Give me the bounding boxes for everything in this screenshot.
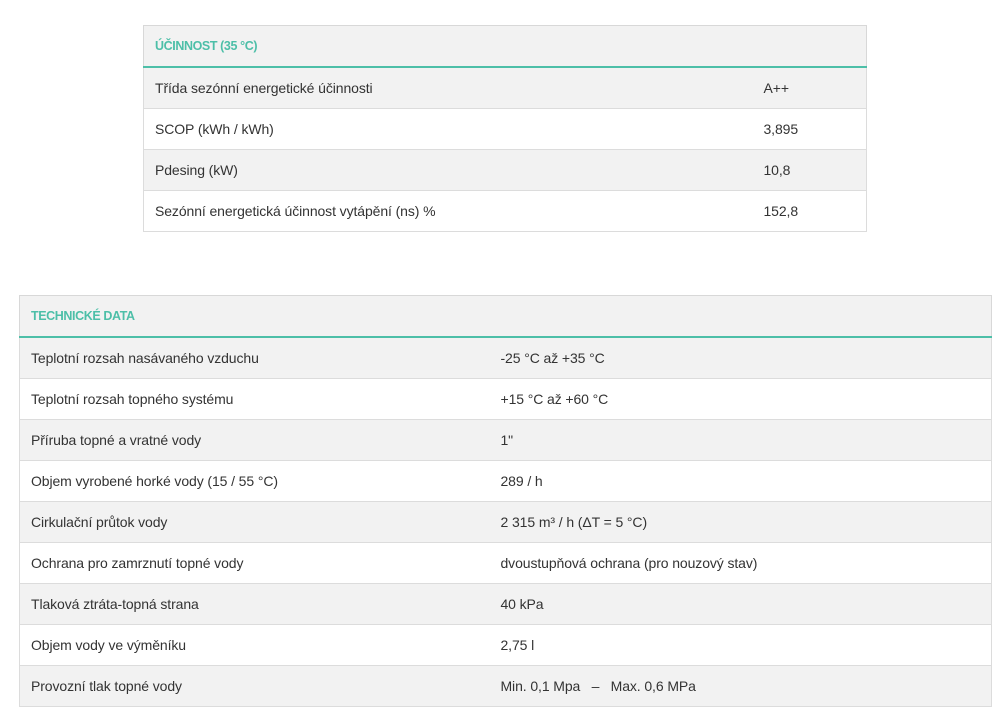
table-row: Tlaková ztráta-topná strana 40 kPa xyxy=(19,583,992,625)
row-value: dvoustupňová ochrana (pro nouzový stav) xyxy=(489,542,992,584)
row-label: Provozní tlak topné vody xyxy=(19,665,490,707)
row-value: 1" xyxy=(489,419,992,461)
row-label: Třída sezónní energetické účinnosti xyxy=(143,66,753,109)
row-label: Cirkulační průtok vody xyxy=(19,501,490,543)
row-value: 2 315 m³ / h (ΔT = 5 °C) xyxy=(489,501,992,543)
row-value: 2,75 l xyxy=(489,624,992,666)
row-label: Teplotní rozsah nasávaného vzduchu xyxy=(19,336,490,379)
row-value: 10,8 xyxy=(752,149,868,191)
page: ÚČINNOST (35 °C) Třída sezónní energetic… xyxy=(0,0,1001,721)
row-value: 289 / h xyxy=(489,460,992,502)
row-label: Tlaková ztráta-topná strana xyxy=(19,583,490,625)
table-row: Cirkulační průtok vody 2 315 m³ / h (ΔT … xyxy=(19,501,992,543)
table-row: Ochrana pro zamrznutí topné vody dvoustu… xyxy=(19,542,992,584)
row-label: SCOP (kWh / kWh) xyxy=(143,108,753,150)
row-value: +15 °C až +60 °C xyxy=(489,378,992,420)
row-value: -25 °C až +35 °C xyxy=(489,336,992,379)
table-row: Teplotní rozsah nasávaného vzduchu -25 °… xyxy=(19,336,992,379)
row-value: A++ xyxy=(752,66,868,109)
row-value: 3,895 xyxy=(752,108,868,150)
efficiency-header-row: ÚČINNOST (35 °C) xyxy=(142,25,868,68)
row-value: 152,8 xyxy=(752,190,868,232)
row-label: Objem vyrobené horké vody (15 / 55 °C) xyxy=(19,460,490,502)
table-row: SCOP (kWh / kWh) 3,895 xyxy=(143,108,868,150)
row-label: Teplotní rozsah topného systému xyxy=(19,378,490,420)
row-label: Příruba topné a vratné vody xyxy=(19,419,490,461)
table-row: Příruba topné a vratné vody 1" xyxy=(19,419,992,461)
row-label: Sezónní energetická účinnost vytápění (n… xyxy=(143,190,753,232)
technical-header-row: TECHNICKÉ DATA xyxy=(19,295,992,338)
table-row: Pdesing (kW) 10,8 xyxy=(143,149,868,191)
table-row: Sezónní energetická účinnost vytápění (n… xyxy=(143,190,868,232)
row-label: Objem vody ve výměníku xyxy=(19,624,490,666)
table-row: Objem vody ve výměníku 2,75 l xyxy=(19,624,992,666)
row-value: 40 kPa xyxy=(489,583,992,625)
row-value: Min. 0,1 Mpa – Max. 0,6 MPa xyxy=(489,665,992,707)
technical-table-title: TECHNICKÉ DATA xyxy=(19,295,992,338)
efficiency-table-title: ÚČINNOST (35 °C) xyxy=(142,25,868,68)
table-row: Provozní tlak topné vody Min. 0,1 Mpa – … xyxy=(19,665,992,707)
efficiency-table: ÚČINNOST (35 °C) Třída sezónní energetic… xyxy=(142,25,868,232)
table-row: Třída sezónní energetické účinnosti A++ xyxy=(143,66,868,109)
row-label: Pdesing (kW) xyxy=(143,149,753,191)
technical-data-table: TECHNICKÉ DATA Teplotní rozsah nasávanéh… xyxy=(19,295,992,707)
table-row: Objem vyrobené horké vody (15 / 55 °C) 2… xyxy=(19,460,992,502)
row-label: Ochrana pro zamrznutí topné vody xyxy=(19,542,490,584)
table-row: Teplotní rozsah topného systému +15 °C a… xyxy=(19,378,992,420)
